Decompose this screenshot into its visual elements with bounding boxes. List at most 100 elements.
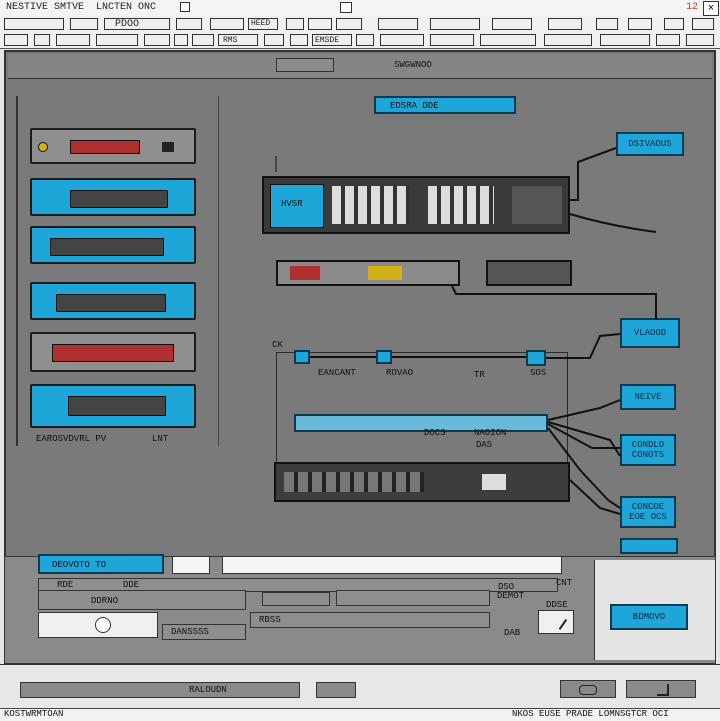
- bottom-row-1-label2: DDE: [123, 580, 140, 590]
- toolbar2-btn-6[interactable]: [174, 34, 188, 46]
- toolbar-btn-2[interactable]: [70, 18, 98, 30]
- label-tr: TR: [474, 370, 485, 380]
- side-button-2[interactable]: VLAOOD: [620, 318, 680, 348]
- toolbar-btn-5[interactable]: [210, 18, 244, 30]
- toolbar2-btn-11-label: EMSDE: [315, 36, 340, 45]
- toolbar-btn-7[interactable]: [286, 18, 304, 30]
- window-icon-a[interactable]: [180, 2, 190, 12]
- rack-device-6[interactable]: [30, 384, 196, 428]
- side-button-5[interactable]: CONCOE EOE OCS: [620, 496, 676, 528]
- toolbar-btn-4[interactable]: [176, 18, 202, 30]
- rack-device-5[interactable]: [30, 332, 196, 372]
- toolbar2-btn-2[interactable]: [34, 34, 50, 46]
- window-icon-b[interactable]: [340, 2, 352, 13]
- toolbar-btn-12[interactable]: [492, 18, 532, 30]
- toolbar-btn-15[interactable]: [628, 18, 652, 30]
- bottom-row-3-mid[interactable]: DANSSSS: [162, 624, 246, 640]
- bottom-right-button[interactable]: BDMOVO: [610, 604, 688, 630]
- rack-device-3[interactable]: [30, 226, 196, 264]
- bottom-right-button-label: BDMOVO: [632, 612, 666, 622]
- toolbar-btn-8[interactable]: [308, 18, 332, 30]
- bottom-row-2[interactable]: DDRNO: [38, 590, 246, 610]
- toolbar2-btn-12[interactable]: [356, 34, 374, 46]
- toolbar-btn-11[interactable]: [430, 18, 480, 30]
- close-button[interactable]: ×: [703, 1, 719, 16]
- canvas-top-field[interactable]: [276, 58, 334, 72]
- toolbar2-btn-8[interactable]: RMS: [218, 34, 258, 46]
- side-button-4[interactable]: CONDLO CONOTS: [620, 434, 676, 466]
- status-btn-c[interactable]: [626, 680, 696, 698]
- patch-panel[interactable]: [274, 462, 570, 502]
- right-small-2: CNT: [556, 578, 573, 588]
- side-button-2-label: VLAOOD: [633, 328, 667, 338]
- side-button-3-label: NEIVE: [634, 392, 662, 402]
- node-3[interactable]: [526, 350, 546, 366]
- rack-device-1[interactable]: [30, 128, 196, 164]
- toolbar-btn-13[interactable]: [548, 18, 582, 30]
- device-3-ports: [50, 238, 164, 256]
- side-button-3[interactable]: NEIVE: [620, 384, 676, 410]
- device-4-ports: [56, 294, 166, 312]
- bottom-row-3-label2: RBSS: [259, 615, 281, 625]
- side-button-1[interactable]: DSIVAOUS: [616, 132, 684, 156]
- toolbar2-btn-9[interactable]: [264, 34, 284, 46]
- bottom-tab-blue[interactable]: DEOVOTO TO: [38, 554, 164, 574]
- status-btn-a[interactable]: [316, 682, 356, 698]
- device-1-port-a: [162, 142, 174, 152]
- bottom-input-top[interactable]: [222, 556, 562, 574]
- bottom-row-3-left[interactable]: [38, 612, 158, 638]
- bottom-field-b[interactable]: DEMOT: [336, 590, 524, 606]
- toolbar-btn-14[interactable]: [596, 18, 618, 30]
- toolbar2-btn-13[interactable]: [380, 34, 424, 46]
- resize-icon: [657, 684, 669, 696]
- toolbar-btn-3[interactable]: PDOO: [104, 18, 170, 30]
- device-5-ports: [52, 344, 174, 362]
- toolbar2-btn-1[interactable]: [4, 34, 28, 46]
- label-naoion: NAOION: [474, 428, 507, 438]
- bottom-tab-2[interactable]: [172, 556, 210, 574]
- toolbar2-btn-10[interactable]: [290, 34, 308, 46]
- device-1-led: [38, 142, 48, 152]
- toolbar-btn-10[interactable]: [378, 18, 418, 30]
- toolbar-btn-17[interactable]: [692, 18, 714, 30]
- toolbar-row-1: PDOO HEED: [0, 16, 720, 33]
- switch-device-small-2[interactable]: [486, 260, 572, 286]
- toolbar2-btn-5[interactable]: [144, 34, 170, 46]
- router-device[interactable]: HVSR: [262, 176, 570, 234]
- device-1-ports: [70, 140, 140, 154]
- toolbar-btn-1[interactable]: [4, 18, 64, 30]
- label-das: DAS: [476, 440, 493, 450]
- node-1[interactable]: [294, 350, 310, 364]
- bottom-field-a[interactable]: [262, 592, 330, 606]
- status-btn-b[interactable]: [560, 680, 616, 698]
- center-top-bar[interactable]: EDSRA DDE: [374, 96, 516, 114]
- toolbar2-btn-15[interactable]: [480, 34, 536, 46]
- toolbar-btn-6[interactable]: HEED: [248, 18, 278, 30]
- label-ck: CK: [272, 340, 283, 350]
- toolbar2-btn-7[interactable]: [192, 34, 214, 46]
- toolbar-btn-16[interactable]: [664, 18, 684, 30]
- rack-device-2[interactable]: [30, 178, 196, 216]
- router-screen-label: HVSR: [281, 199, 303, 209]
- toolbar2-btn-17[interactable]: [600, 34, 650, 46]
- rack-device-4[interactable]: [30, 282, 196, 320]
- bottom-row-2-label: DDRNO: [91, 596, 119, 606]
- toolbar2-btn-11[interactable]: EMSDE: [312, 34, 352, 46]
- toolbar2-btn-18[interactable]: [656, 34, 680, 46]
- link-bar[interactable]: [294, 414, 548, 432]
- toolbar2-btn-19[interactable]: [686, 34, 714, 46]
- label-sos: SOS: [530, 368, 547, 378]
- toolbar2-btn-16[interactable]: [544, 34, 592, 46]
- bottom-small-icon-box[interactable]: [538, 610, 574, 634]
- toolbar-btn-9[interactable]: [336, 18, 362, 30]
- link-icon: [579, 685, 597, 695]
- side-button-6[interactable]: [620, 538, 678, 554]
- status-field[interactable]: RALOUDN: [20, 682, 300, 698]
- switch-device-small-1[interactable]: [276, 260, 460, 286]
- toolbar2-btn-14[interactable]: [430, 34, 474, 46]
- patch-panel-ports: [284, 472, 424, 492]
- toolbar2-btn-4[interactable]: [96, 34, 138, 46]
- node-2[interactable]: [376, 350, 392, 364]
- bottom-row-3-field[interactable]: RBSS: [250, 612, 490, 628]
- toolbar2-btn-3[interactable]: [56, 34, 90, 46]
